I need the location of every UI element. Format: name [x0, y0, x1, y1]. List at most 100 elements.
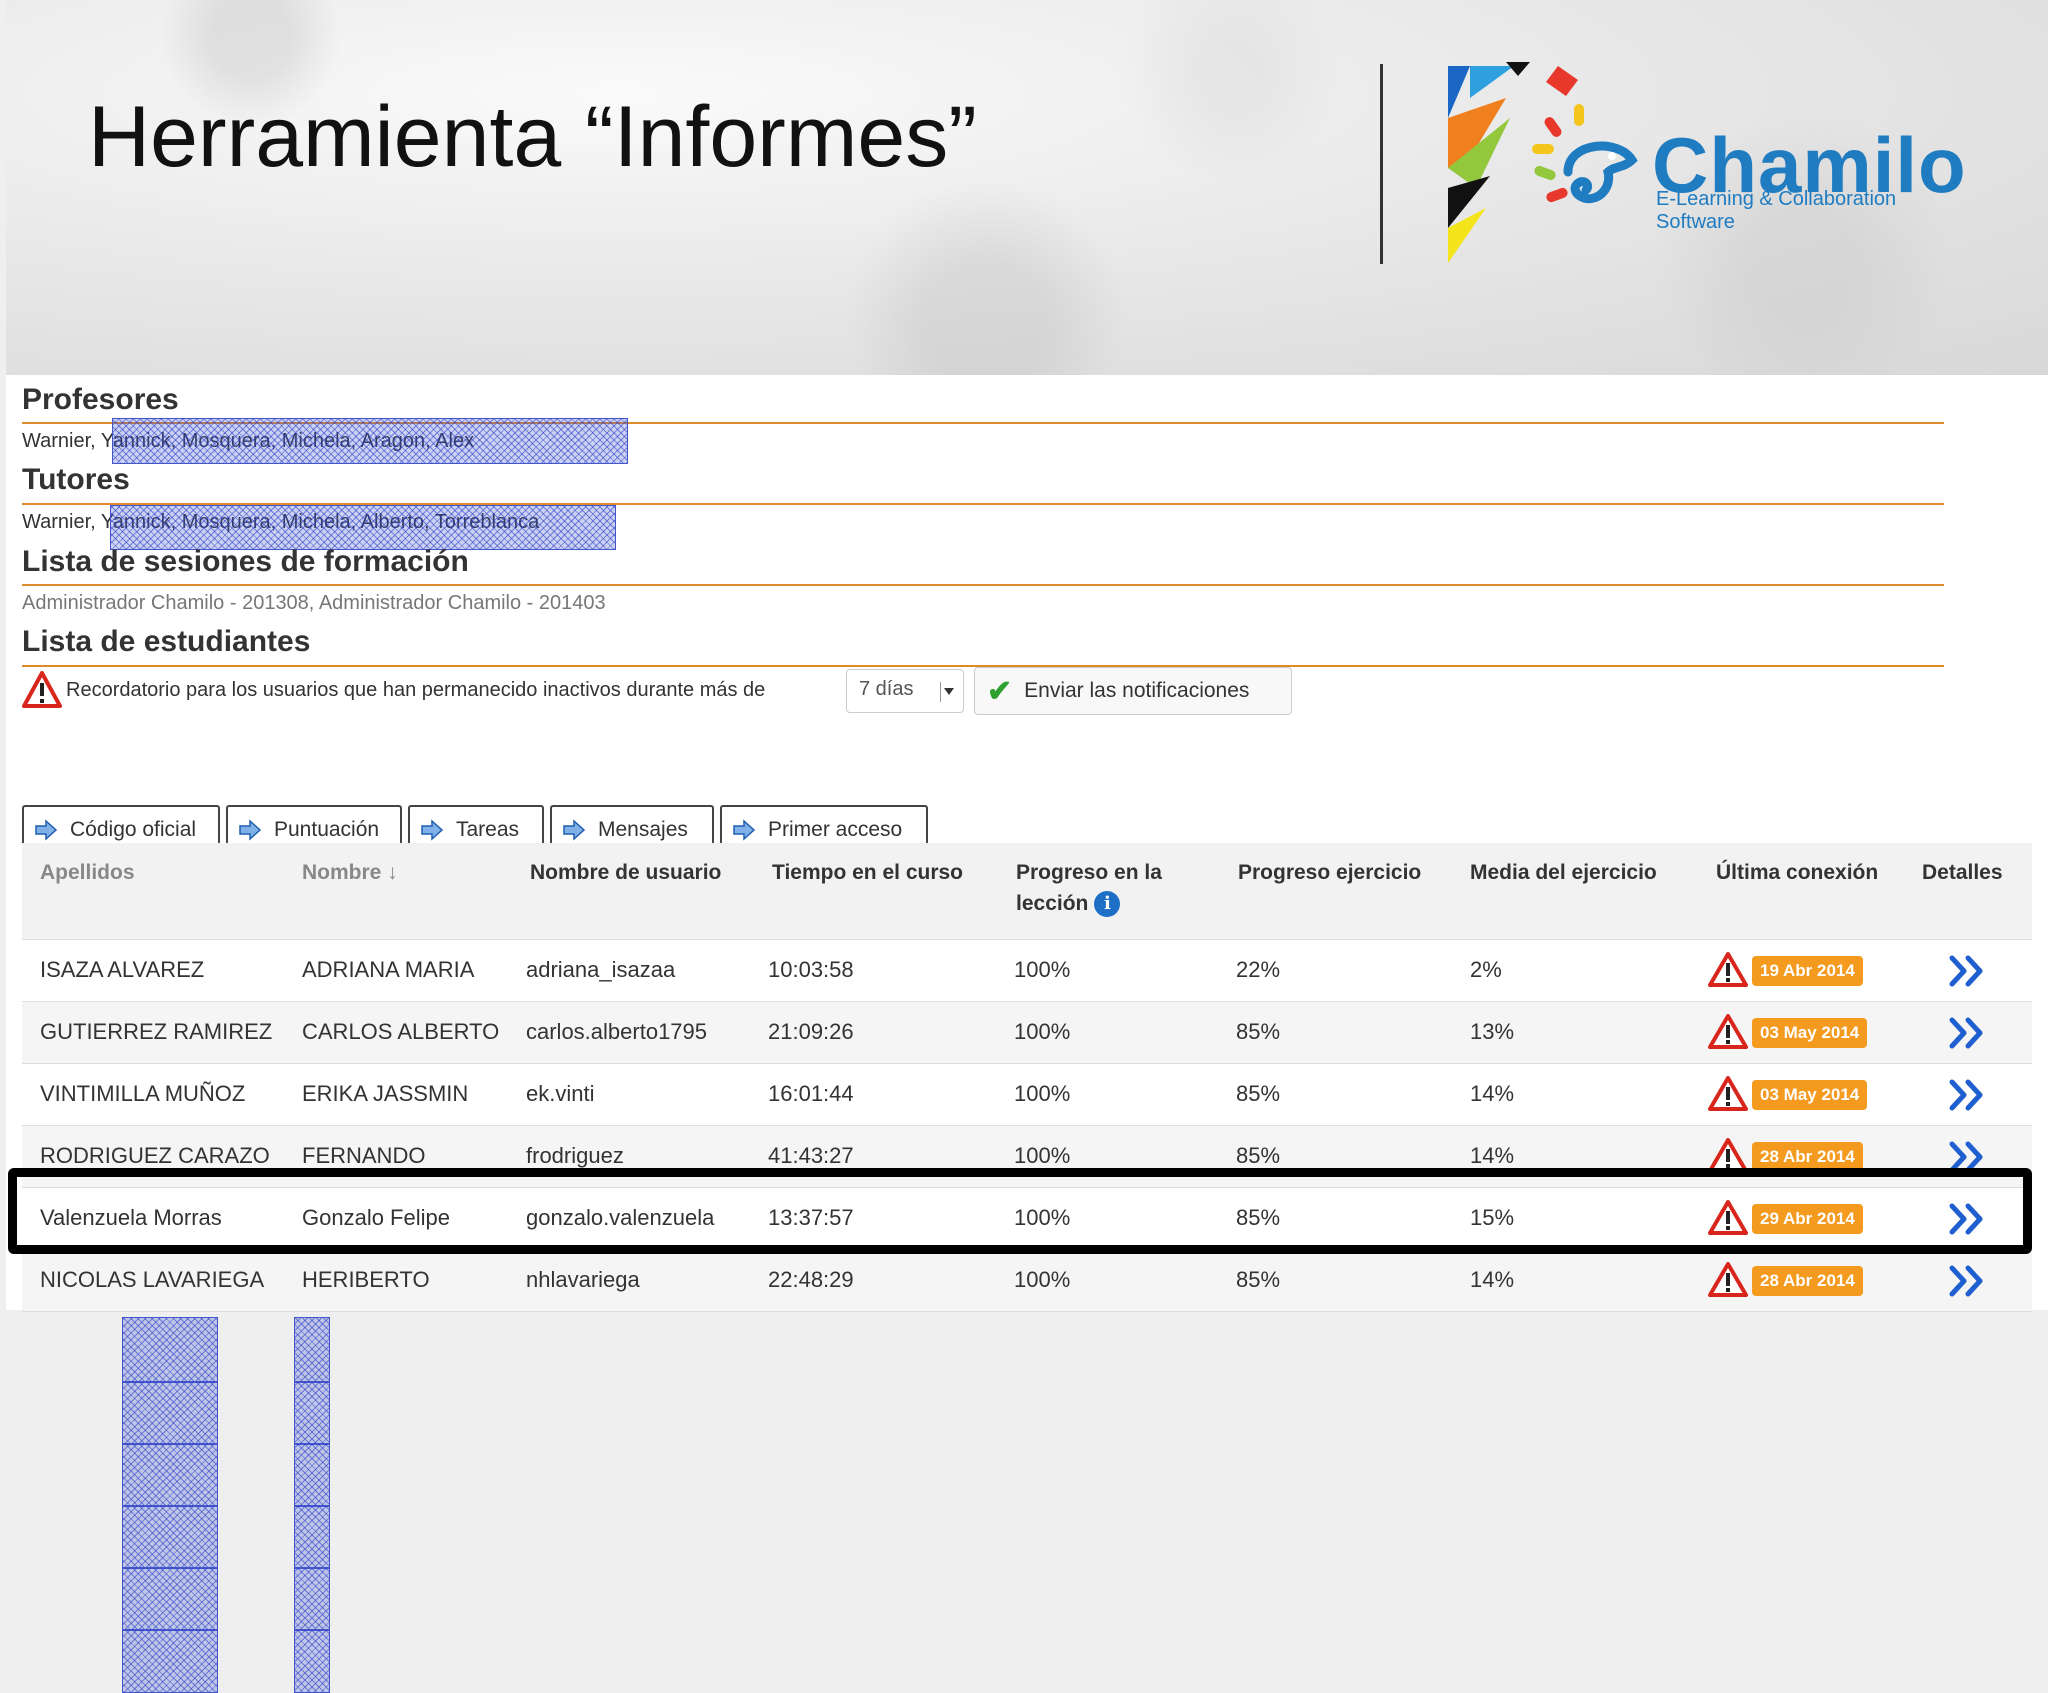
- redaction-overlay: [294, 1567, 330, 1631]
- warning-icon: [1708, 1262, 1748, 1297]
- cell-media: 14%: [1470, 1267, 1515, 1292]
- redaction-overlay: [122, 1505, 218, 1569]
- cell-usuario: frodriguez: [526, 1143, 624, 1168]
- header-progreso-leccion-line1: Progreso en la: [1016, 861, 1162, 884]
- inactive-days-value: 7 días: [859, 678, 914, 700]
- redaction-overlay: [294, 1443, 330, 1507]
- estudiantes-title: Lista de estudiantes: [22, 625, 311, 658]
- send-notifications-label: Enviar las notificaciones: [1024, 679, 1250, 702]
- chameleon-icon: [1532, 104, 1638, 204]
- header-tiempo[interactable]: Tiempo en el curso: [772, 857, 963, 888]
- last-connection-badge: 28 Abr 2014: [1752, 1266, 1863, 1296]
- cell-progreso-ejercicio: 85%: [1236, 1205, 1281, 1230]
- header-progreso-leccion-line2: lección i: [1016, 888, 1162, 919]
- header-usuario[interactable]: Nombre de usuario: [530, 857, 721, 888]
- arrow-right-icon: [421, 819, 444, 841]
- reminder-text: Recordatorio para los usuarios que han p…: [66, 678, 766, 701]
- warning-icon: [1708, 1014, 1748, 1049]
- warning-icon: [22, 671, 62, 708]
- logo-subtitle: E-Learning & Collaboration Software: [1656, 188, 1897, 233]
- redaction-overlay: [122, 1317, 218, 1383]
- cell-progreso-leccion: 100%: [1014, 1205, 1071, 1230]
- info-icon[interactable]: i: [1094, 891, 1121, 918]
- double-chevron-right-icon[interactable]: [1948, 1016, 1988, 1050]
- sesiones-title: Lista de sesiones de formación: [22, 545, 469, 578]
- cell-nombre: ERIKA JASSMIN: [302, 1081, 469, 1106]
- redaction-overlay: [294, 1381, 330, 1445]
- cell-tiempo: 16:01:44: [768, 1081, 854, 1106]
- cell-apellidos: RODRIGUEZ CARAZO: [40, 1143, 270, 1168]
- chamilo-logo: Chamilo E-Learning & Collaboration Softw…: [1376, 58, 1966, 268]
- double-chevron-right-icon[interactable]: [1948, 1140, 1988, 1174]
- cell-tiempo: 41:43:27: [768, 1143, 854, 1168]
- arrow-right-icon: [733, 819, 756, 841]
- inactive-days-select[interactable]: 7 días: [846, 669, 964, 713]
- logo-divider: [1380, 64, 1383, 264]
- header-ultima-conexion[interactable]: Última conexión: [1716, 857, 1878, 888]
- last-connection-badge: 29 Abr 2014: [1752, 1204, 1863, 1234]
- cell-media: 14%: [1470, 1081, 1515, 1106]
- section-divider: [22, 584, 1944, 586]
- redaction-overlay: [122, 1443, 218, 1507]
- cell-tiempo: 13:37:57: [768, 1205, 854, 1230]
- double-chevron-right-icon[interactable]: [1948, 1264, 1988, 1298]
- table-header: Apellidos Nombre ↓ Nombre de usuario Tie…: [22, 843, 2032, 940]
- redaction-overlay: [294, 1629, 330, 1693]
- arrow-right-icon: [35, 819, 58, 841]
- cell-usuario: nhlavariega: [526, 1267, 640, 1292]
- cell-progreso-leccion: 100%: [1014, 1081, 1071, 1106]
- cell-progreso-ejercicio: 85%: [1236, 1019, 1281, 1044]
- cell-media: 2%: [1470, 957, 1502, 982]
- double-chevron-right-icon[interactable]: [1948, 1202, 1988, 1236]
- last-connection-badge: 19 Abr 2014: [1752, 956, 1863, 986]
- header-nombre[interactable]: Nombre ↓: [302, 857, 398, 888]
- cell-apellidos: ISAZA ALVAREZ: [40, 957, 205, 982]
- cell-apellidos: NICOLAS LAVARIEGA: [40, 1267, 265, 1292]
- header-progreso-ejercicio[interactable]: Progreso ejercicio: [1238, 857, 1421, 888]
- arrow-right-icon: [563, 819, 586, 841]
- cell-progreso-leccion: 100%: [1014, 1019, 1071, 1044]
- cell-apellidos: Valenzuela Morras: [40, 1205, 222, 1230]
- cell-usuario: ek.vinti: [526, 1081, 595, 1106]
- header-progreso-leccion[interactable]: Progreso en la lección i: [1016, 857, 1162, 919]
- cell-nombre: CARLOS ALBERTO: [302, 1019, 500, 1044]
- cell-media: 15%: [1470, 1205, 1515, 1230]
- cell-progreso-ejercicio: 85%: [1236, 1143, 1281, 1168]
- redaction-overlay: [294, 1505, 330, 1569]
- table-row: RODRIGUEZ CARAZO FERNANDO frodriguez 41:…: [22, 1126, 2032, 1188]
- cell-progreso-leccion: 100%: [1014, 1143, 1071, 1168]
- last-connection-badge: 28 Abr 2014: [1752, 1142, 1863, 1172]
- section-divider: [22, 503, 1944, 505]
- tab-label: Tareas: [456, 818, 520, 841]
- cell-usuario: gonzalo.valenzuela: [526, 1205, 715, 1230]
- table-row: ISAZA ALVAREZ ADRIANA MARIA adriana_isaz…: [22, 940, 2032, 1002]
- double-chevron-right-icon[interactable]: [1948, 1078, 1988, 1112]
- slide-title: Herramienta “Informes”: [88, 89, 977, 185]
- cell-apellidos: GUTIERREZ RAMIREZ: [40, 1019, 273, 1044]
- tutores-title: Tutores: [22, 463, 130, 496]
- header-apellidos[interactable]: Apellidos: [40, 857, 135, 888]
- cell-usuario: adriana_isazaa: [526, 957, 676, 982]
- cell-tiempo: 22:48:29: [768, 1267, 854, 1292]
- last-connection-badge: 03 May 2014: [1752, 1080, 1868, 1110]
- profesores-list: Warnier, Yannick, Mosquera, Michela, Ara…: [22, 430, 475, 452]
- cell-media: 14%: [1470, 1143, 1515, 1168]
- cell-nombre: HERIBERTO: [302, 1267, 430, 1292]
- redaction-overlay: [122, 1381, 218, 1445]
- tab-label: Primer acceso: [768, 818, 903, 841]
- cell-usuario: carlos.alberto1795: [526, 1019, 708, 1044]
- table-row: NICOLAS LAVARIEGA HERIBERTO nhlavariega …: [22, 1250, 2032, 1312]
- sesiones-list: Administrador Chamilo - 201308, Administ…: [22, 592, 606, 614]
- section-divider: [22, 422, 1944, 424]
- send-notifications-button[interactable]: ✔ Enviar las notificaciones: [974, 667, 1292, 715]
- check-icon: ✔: [987, 674, 1013, 708]
- chevron-down-icon: [940, 682, 955, 702]
- cell-tiempo: 21:09:26: [768, 1019, 854, 1044]
- double-chevron-right-icon[interactable]: [1948, 954, 1988, 988]
- header-media-ejercicio[interactable]: Media del ejercicio: [1470, 857, 1657, 888]
- cell-progreso-ejercicio: 85%: [1236, 1081, 1281, 1106]
- table-row: GUTIERREZ RAMIREZ CARLOS ALBERTO carlos.…: [22, 1002, 2032, 1064]
- arrow-right-icon: [239, 819, 262, 841]
- table-row: VINTIMILLA MUÑOZ ERIKA JASSMIN ek.vinti …: [22, 1064, 2032, 1126]
- tutores-list: Warnier, Yannick, Mosquera, Michela, Alb…: [22, 511, 540, 533]
